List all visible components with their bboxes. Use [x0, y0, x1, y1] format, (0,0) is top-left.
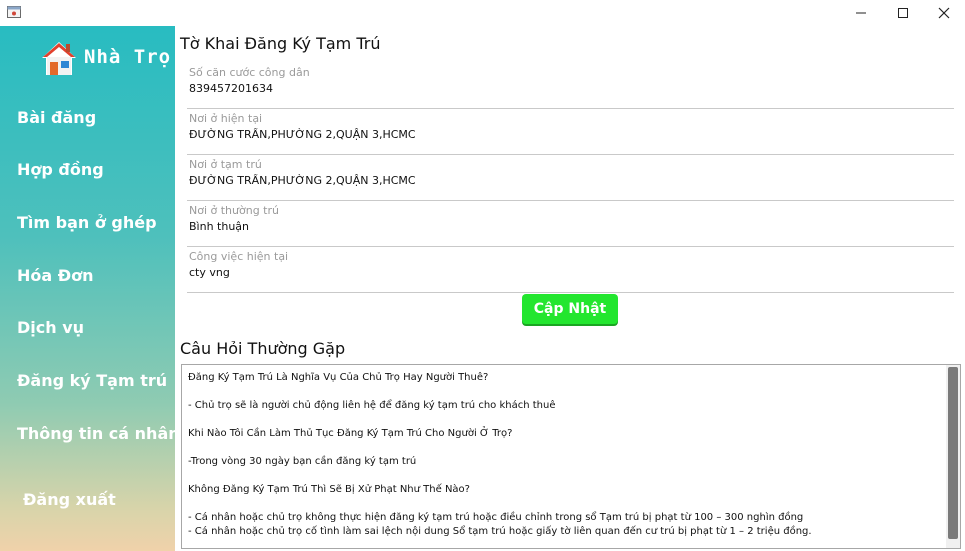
faq-line: - Chủ trọ sẽ là người chủ động liên hệ đ…	[188, 400, 556, 411]
faq-content: Đăng Ký Tạm Trú Là Nghĩa Vụ Của Chủ Trọ …	[188, 371, 938, 539]
brand-name: Nhà Trọ	[84, 46, 172, 68]
faq-line	[188, 385, 938, 399]
sidebar-item-find-roommate[interactable]: Tìm bạn ở ghép	[17, 213, 157, 232]
faq-line: Không Đăng Ký Tạm Trú Thì Sẽ Bị Xử Phạt …	[188, 484, 470, 495]
id-number-input[interactable]	[189, 82, 929, 95]
window-titlebar	[0, 0, 965, 26]
faq-line: - Cá nhân hoặc chủ trọ cố tình làm sai l…	[188, 526, 812, 537]
faq-line: - Cá nhân hoặc chủ trọ không thực hiện đ…	[188, 512, 804, 523]
faq-line: Đăng Ký Tạm Trú Là Nghĩa Vụ Của Chủ Trọ …	[188, 372, 489, 383]
sidebar-item-temp-residence[interactable]: Đăng ký Tạm trú	[17, 371, 167, 390]
faq-line	[188, 413, 938, 427]
faq-line	[188, 497, 938, 511]
sidebar-item-contracts[interactable]: Hợp đồng	[17, 160, 104, 179]
faq-title: Câu Hỏi Thường Gặp	[180, 339, 346, 358]
faq-scrollbar[interactable]	[946, 365, 960, 548]
sidebar-item-logout[interactable]: Đăng xuất	[23, 490, 116, 509]
temp-address-input[interactable]	[189, 174, 929, 187]
permanent-address-field: Nơi ở thường trú	[187, 202, 954, 247]
scrollbar-thumb[interactable]	[948, 367, 958, 539]
faq-line: -Trong vòng 30 ngày bạn cần đăng ký tạm …	[188, 456, 417, 467]
sidebar-item-invoices[interactable]: Hóa Đơn	[17, 266, 94, 285]
occupation-label: Công việc hiện tại	[189, 250, 289, 263]
temp-address-field: Nơi ở tạm trú	[187, 156, 954, 201]
house-icon	[42, 42, 76, 75]
current-address-label: Nơi ở hiện tại	[189, 112, 263, 125]
sidebar-item-services[interactable]: Dịch vụ	[17, 318, 84, 337]
id-number-field: Số căn cước công dân	[187, 64, 954, 109]
close-button[interactable]	[920, 0, 965, 26]
sidebar-item-posts[interactable]: Bài đăng	[17, 108, 96, 127]
current-address-input[interactable]	[189, 128, 929, 141]
occupation-field: Công việc hiện tại	[187, 248, 954, 293]
faq-line	[188, 469, 938, 483]
sidebar-item-profile[interactable]: Thông tin cá nhân	[17, 424, 180, 443]
minimize-button[interactable]	[838, 0, 884, 26]
form-title: Tờ Khai Đăng Ký Tạm Trú	[180, 34, 381, 53]
update-button[interactable]: Cập Nhật	[522, 294, 618, 324]
temp-address-label: Nơi ở tạm trú	[189, 158, 262, 171]
sidebar: Nhà Trọ Bài đăng Hợp đồng Tìm bạn ở ghép…	[0, 26, 180, 551]
permanent-address-label: Nơi ở thường trú	[189, 204, 279, 217]
java-app-icon	[7, 6, 21, 18]
occupation-input[interactable]	[189, 266, 929, 279]
faq-line	[188, 441, 938, 455]
main-content: Tờ Khai Đăng Ký Tạm Trú Số căn cước công…	[175, 26, 965, 551]
faq-line: Khi Nào Tôi Cần Làm Thủ Tục Đăng Ký Tạm …	[188, 428, 513, 439]
current-address-field: Nơi ở hiện tại	[187, 110, 954, 155]
permanent-address-input[interactable]	[189, 220, 929, 233]
close-icon	[938, 7, 950, 19]
id-number-label: Số căn cước công dân	[189, 66, 310, 79]
minimize-icon	[856, 12, 866, 14]
faq-textarea[interactable]: Đăng Ký Tạm Trú Là Nghĩa Vụ Của Chủ Trọ …	[181, 364, 961, 549]
